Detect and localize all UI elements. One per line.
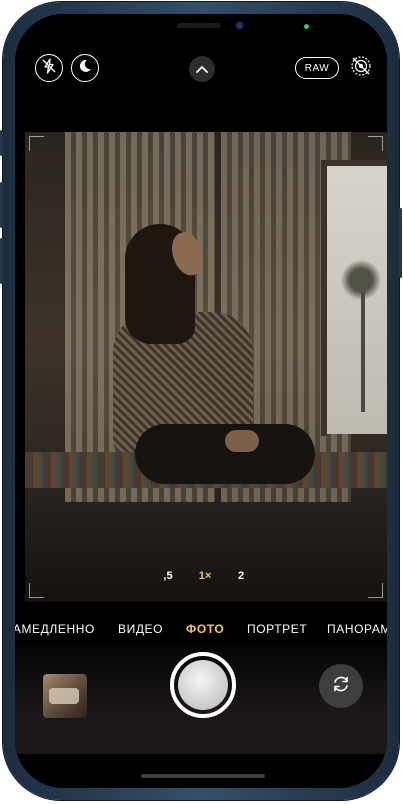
- mode-panorama[interactable]: ПАНОРАМА: [327, 622, 387, 636]
- last-photo-thumbnail[interactable]: [43, 674, 87, 718]
- raw-toggle[interactable]: RAW: [295, 57, 339, 79]
- chevron-up-icon: [196, 60, 208, 78]
- person-hands: [225, 430, 259, 452]
- action-button: [0, 130, 3, 156]
- frame-corner: [29, 136, 44, 151]
- camera-top-bar: RAW: [15, 54, 387, 94]
- flash-toggle[interactable]: [35, 54, 63, 82]
- frame-corner: [368, 136, 383, 151]
- window-frame: [321, 160, 327, 436]
- mode-portrait[interactable]: ПОРТРЕТ: [247, 622, 307, 636]
- window-frame: [321, 160, 387, 166]
- zoom-option-1x[interactable]: 1×: [190, 570, 220, 582]
- palm-tree-trunk: [361, 292, 365, 412]
- notch: [111, 14, 291, 46]
- flash-off-icon: [41, 57, 57, 79]
- mode-picker: ЗАМЕДЛЕННО ВИДЕО ФОТО ПОРТРЕТ ПАНОРАМА: [15, 622, 387, 642]
- live-photo-off-icon: [350, 55, 372, 82]
- thumbnail-image: [49, 688, 79, 704]
- front-camera: [235, 21, 244, 30]
- person-legs: [135, 424, 315, 484]
- volume-up-button: [0, 182, 3, 228]
- camera-in-use-indicator: [304, 24, 309, 29]
- mode-photo[interactable]: ФОТО: [186, 622, 224, 636]
- speaker: [177, 23, 221, 28]
- volume-down-button: [0, 238, 3, 284]
- mode-video[interactable]: ВИДЕО: [118, 622, 163, 636]
- shutter-inner: [178, 660, 228, 710]
- camera-switch-icon: [330, 673, 352, 700]
- phone-frame: RAW ,5 1× 2 АМЕДЛЕННО ВИДЕО ФОТО ПОРТРЕТ…: [0, 2, 402, 800]
- viewfinder[interactable]: [25, 132, 387, 602]
- home-indicator[interactable]: [141, 774, 265, 778]
- zoom-option-0-5[interactable]: ,5: [153, 570, 183, 582]
- live-photo-toggle[interactable]: [347, 54, 375, 82]
- zoom-option-2[interactable]: 2: [226, 570, 256, 582]
- zoom-selector: ,5 1× 2: [15, 570, 387, 590]
- night-mode-toggle[interactable]: [71, 54, 99, 82]
- settings-chevron-button[interactable]: [189, 56, 215, 82]
- mode-slomo[interactable]: ЗАМЕДЛЕННО: [15, 622, 95, 636]
- night-mode-icon: [77, 58, 93, 79]
- power-button: [399, 208, 402, 278]
- shutter-button[interactable]: [170, 652, 236, 718]
- screen: RAW ,5 1× 2 АМЕДЛЕННО ВИДЕО ФОТО ПОРТРЕТ…: [15, 14, 387, 788]
- camera-switch-button[interactable]: [319, 664, 363, 708]
